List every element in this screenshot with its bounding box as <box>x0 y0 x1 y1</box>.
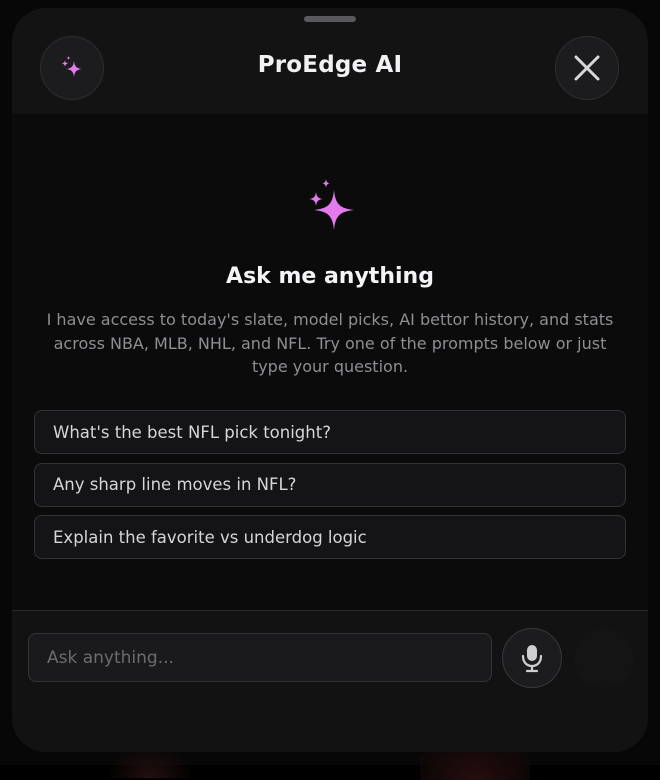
close-icon <box>574 55 600 81</box>
send-button[interactable] <box>574 628 634 688</box>
sparkles-icon <box>309 179 354 230</box>
suggested-prompt-button[interactable]: Any sharp line moves in NFL? <box>34 462 626 507</box>
suggested-prompt-button[interactable]: What's the best NFL pick tonight? <box>34 410 626 454</box>
backdrop-artwork <box>110 748 190 778</box>
close-button[interactable] <box>555 36 619 100</box>
page-title: ProEdge AI <box>257 52 403 78</box>
message-composer <box>12 611 648 752</box>
sheet-header: ProEdge AI <box>12 8 648 114</box>
voice-input-button[interactable] <box>502 628 562 688</box>
assistant-sheet: ProEdge AI Ask me anything I have access… <box>12 8 648 752</box>
sheet-grabber-handle[interactable] <box>304 16 356 22</box>
suggested-prompt-button[interactable]: Explain the favorite vs underdog logic <box>34 515 626 559</box>
suggested-prompts: What's the best NFL pick tonight? Any sh… <box>34 410 626 568</box>
empty-state-description: I have access to today's slate, model pi… <box>46 310 614 376</box>
chat-empty-state: Ask me anything I have access to today's… <box>12 114 648 610</box>
microphone-icon <box>521 645 543 673</box>
chat-input[interactable] <box>28 633 492 682</box>
empty-state-headline: Ask me anything <box>226 264 434 289</box>
